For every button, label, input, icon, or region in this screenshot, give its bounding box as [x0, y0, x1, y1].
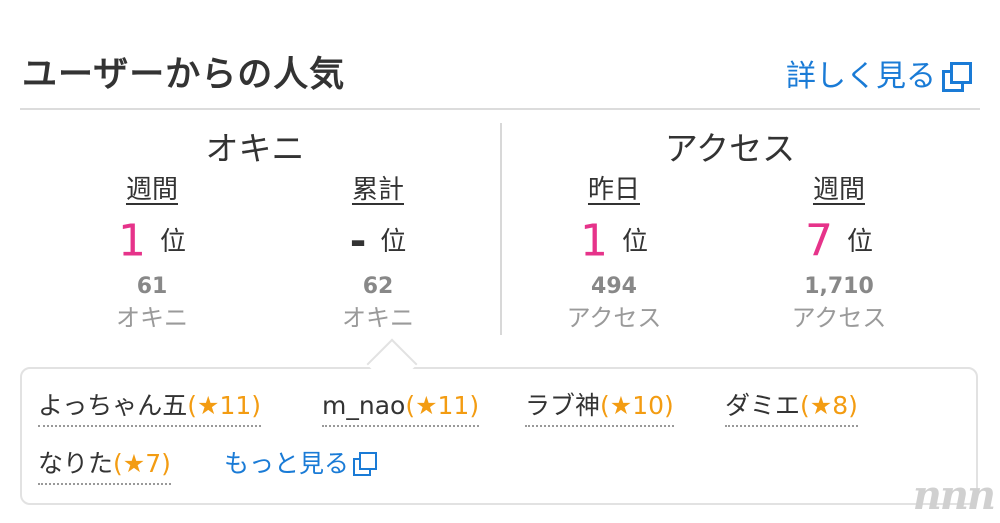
fan-count: (★10): [600, 391, 674, 420]
fan-item[interactable]: なりた(★7): [38, 446, 171, 485]
fan-name: ラブ神: [525, 391, 601, 420]
details-link-label: 詳しく見る: [786, 59, 936, 94]
fan-count: (★11): [187, 391, 262, 420]
fan-name: m_nao: [322, 391, 406, 420]
section-title: ユーザーからの人気: [22, 55, 346, 95]
details-link[interactable]: 詳しく見る: [786, 56, 972, 98]
fan-item[interactable]: ダミエ(★8): [725, 388, 858, 427]
external-window-icon: [353, 452, 378, 476]
okini-weekly-period[interactable]: 週間: [52, 170, 252, 210]
star-icon: ★: [197, 391, 220, 420]
star-icon: ★: [122, 449, 146, 478]
access-yesterday-count: 494: [591, 274, 637, 299]
access-yesterday-sub: アクセス: [566, 304, 662, 332]
more-fans-label: もっと見る: [224, 449, 350, 478]
access-yesterday-stat: 昨日 1位 494 アクセス: [514, 170, 714, 334]
rank-unit: 位: [159, 226, 186, 257]
rank-number: 1: [117, 215, 146, 267]
access-yesterday-period[interactable]: 昨日: [514, 170, 714, 210]
access-weekly-count: 1,710: [804, 274, 874, 299]
fan-count: (★7): [113, 449, 171, 478]
access-weekly-rank: 7位: [739, 212, 939, 270]
star-icon: ★: [609, 391, 633, 420]
external-window-icon: [942, 62, 972, 92]
access-weekly-stat: 週間 7位 1,710 アクセス: [739, 170, 939, 334]
okini-heading: オキニ: [205, 129, 305, 168]
okini-total-rank: -位: [278, 212, 478, 270]
star-icon: ★: [809, 391, 833, 420]
section-header: ユーザーからの人気 詳しく見る: [20, 50, 980, 110]
rank-number: -: [349, 218, 367, 265]
rank-number: 1: [579, 215, 608, 267]
okini-weekly-count: 61: [136, 274, 168, 299]
watermark-logo: nnn: [912, 472, 996, 519]
okini-total-count: 62: [362, 274, 394, 299]
okini-total-period[interactable]: 累計: [278, 170, 478, 210]
star-icon: ★: [415, 391, 438, 420]
fan-count: (★8): [800, 391, 858, 420]
fan-name: なりた: [38, 449, 114, 478]
fan-name: ダミエ: [725, 391, 801, 420]
fan-item[interactable]: ラブ神(★10): [525, 388, 674, 427]
fan-item[interactable]: よっちゃん五(★11): [38, 388, 262, 427]
access-yesterday-rank: 1位: [514, 212, 714, 270]
okini-weekly-rank: 1位: [52, 212, 252, 270]
okini-weekly-sub: オキニ: [116, 304, 188, 332]
okini-total-stat: 累計 -位 62 オキニ: [278, 170, 478, 334]
rank-number: 7: [804, 215, 833, 267]
rank-unit: 位: [846, 226, 873, 257]
fan-name: よっちゃん五: [38, 391, 188, 420]
column-divider: [500, 123, 502, 335]
fan-item[interactable]: m_nao(★11): [322, 388, 480, 427]
access-weekly-period[interactable]: 週間: [739, 170, 939, 210]
rank-unit: 位: [380, 226, 407, 257]
fan-count: (★11): [405, 391, 480, 420]
okini-weekly-stat: 週間 1位 61 オキニ: [52, 170, 252, 334]
okini-total-sub: オキニ: [342, 304, 414, 332]
access-heading: アクセス: [664, 129, 796, 168]
more-fans-link[interactable]: もっと見る: [224, 446, 378, 482]
access-weekly-sub: アクセス: [791, 304, 887, 332]
rank-unit: 位: [621, 226, 648, 257]
